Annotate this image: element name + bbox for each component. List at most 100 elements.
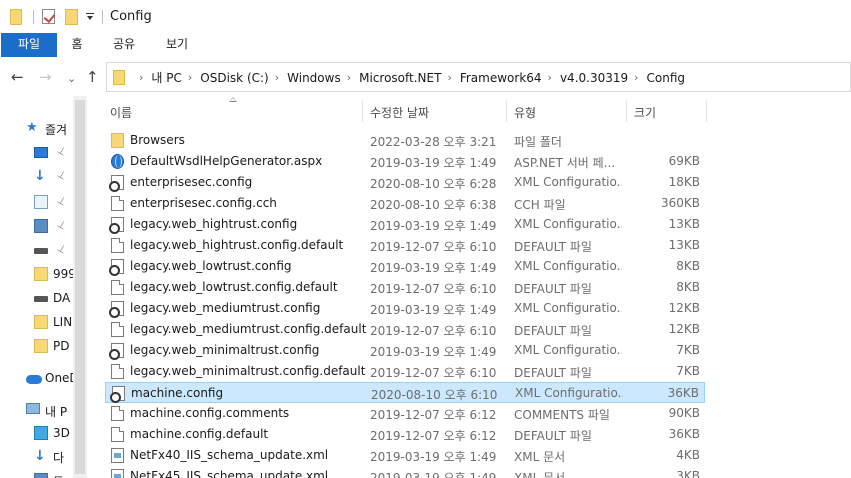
file-row[interactable]: machine.config.comments 2019-12-07 오후 6:1… [105,403,705,424]
breadcrumb-separator-icon[interactable]: › [347,71,351,84]
file-row[interactable]: legacy.web_lowtrust.config.default 2019-1… [105,277,705,298]
file-row[interactable]: legacy.web_hightrust.config.default 2019-… [105,235,705,256]
file-icon [111,280,124,295]
nav-pane-item-label: DA [53,291,71,305]
file-name: legacy.web_hightrust.config.default [130,238,344,252]
forward-arrow-icon[interactable]: → [39,69,52,85]
breadcrumb-item[interactable]: 내 PC [151,69,181,86]
breadcrumb-item[interactable]: OSDisk (C:) [200,71,268,85]
navigation-pane: ★즐겨⊥↓⊥⊥⊥⊥999DALINPDOneD내 P3D↓다동 [0,96,100,478]
column-divider[interactable] [626,100,627,122]
column-header-size[interactable]: 크기 [634,104,656,121]
file-date-modified: 2020-08-10 오후 6:38 [370,198,497,212]
column-divider[interactable] [706,100,707,122]
downloads-icon: ↓ [34,448,46,464]
documents-icon [34,195,48,209]
toolbar-separator [102,10,103,24]
file-date-modified: 2019-12-07 오후 6:12 [370,408,497,422]
xml-file-icon [111,469,124,478]
file-row[interactable]: legacy.web_hightrust.config 2019-03-19 오후… [105,214,705,235]
3d-objects-icon [34,426,48,440]
column-header-row: 이름 수정한 날짜 유형 크기 [100,96,851,126]
nav-pane-item-label: PD [53,339,70,353]
config-file-icon [110,386,125,403]
breadcrumb-item[interactable]: Windows [287,71,341,85]
file-size: 13KB [668,238,700,252]
file-size: 36KB [668,427,700,441]
tab-share[interactable]: 공유 [106,33,142,57]
nav-pane-item-label: 동 [53,473,64,478]
file-size: 7KB [676,343,700,357]
scrollbar-thumb[interactable] [75,100,85,474]
file-row[interactable]: Browsers 2022-03-28 오후 3:21 파일 폴더 [105,130,705,151]
breadcrumb-separator-icon[interactable]: › [275,71,279,84]
file-row[interactable]: legacy.web_minimaltrust.config.default 20… [105,361,705,382]
file-row[interactable]: NetFx40_IIS_schema_update.xml 2019-03-19 … [105,445,705,466]
column-header-name[interactable]: 이름 [110,104,132,121]
file-date-modified: 2022-03-28 오후 3:21 [370,135,497,149]
breadcrumb-separator-icon[interactable]: › [188,71,192,84]
file-row[interactable]: legacy.web_mediumtrust.config.default 201… [105,319,705,340]
file-name: Browsers [130,133,185,147]
breadcrumb-separator-icon[interactable]: › [548,71,552,84]
file-name: machine.config [131,386,224,400]
pin-icon: ⊥ [54,242,68,257]
file-row[interactable]: machine.config.default 2019-12-07 오후 6:12… [105,424,705,445]
nav-pane-item-label: LIN [53,315,73,329]
drive-icon [34,248,48,254]
title-bar: Config [0,0,851,33]
up-arrow-icon[interactable]: ↑ [86,69,99,85]
breadcrumb-item[interactable]: Config [647,71,686,85]
new-folder-icon[interactable] [65,9,78,25]
file-name: legacy.web_hightrust.config [130,217,298,231]
file-row[interactable]: NetFx45_IIS_schema_update.xml 2019-03-19 … [105,466,705,478]
file-date-modified: 2019-12-07 오후 6:10 [370,240,497,254]
file-row[interactable]: enterprisesec.config.cch 2020-08-10 오후 6:… [105,193,705,214]
column-divider[interactable] [506,100,507,122]
tab-view[interactable]: 보기 [160,33,194,57]
file-date-modified: 2019-03-19 오후 1:49 [370,450,497,464]
customize-quick-access-icon[interactable] [86,13,94,21]
file-row[interactable]: legacy.web_lowtrust.config 2019-03-19 오후 … [105,256,705,277]
file-row[interactable]: enterprisesec.config 2020-08-10 오후 6:28 XM… [105,172,705,193]
file-row[interactable]: legacy.web_mediumtrust.config 2019-03-19 … [105,298,705,319]
breadcrumb-item[interactable]: Microsoft.NET [359,71,441,85]
ribbon-tabs: 파일 홈 공유 보기 [0,33,851,57]
file-name: legacy.web_mediumtrust.config.default [130,322,367,336]
config-file-icon [109,175,124,192]
properties-icon[interactable] [42,9,55,24]
file-type: DEFAULT 파일 [514,324,592,338]
recent-locations-chevron-icon[interactable]: ⌄ [67,71,76,87]
toolbar-separator [33,10,34,24]
file-size: 4KB [676,448,700,462]
file-type: XML Configuratio... [514,175,622,189]
config-file-icon [109,343,124,360]
sort-ascending-icon [229,97,237,102]
file-type: XML Configuratio... [514,343,622,357]
file-date-modified: 2019-03-19 오후 1:49 [370,219,497,233]
file-size: 90KB [668,406,700,420]
file-row[interactable]: DefaultWsdlHelpGenerator.aspx 2019-03-19 … [105,151,705,172]
column-header-date[interactable]: 수정한 날짜 [370,104,429,121]
address-bar[interactable]: › 내 PC › OSDisk (C:) › Windows › Microsoft.NET ›… [106,62,851,92]
file-date-modified: 2019-03-19 오후 1:49 [370,261,497,275]
breadcrumb-separator-icon[interactable]: › [139,71,143,84]
back-arrow-icon[interactable]: ← [11,69,24,85]
file-size: 13KB [668,217,700,231]
file-row[interactable]: legacy.web_minimaltrust.config 2019-03-19… [105,340,705,361]
breadcrumb-separator-icon[interactable]: › [447,71,451,84]
file-type: XML Configuratio... [514,301,622,315]
file-name: legacy.web_mediumtrust.config [130,301,321,315]
file-name: machine.config.comments [130,406,290,420]
tab-file[interactable]: 파일 [1,33,57,57]
file-date-modified: 2019-12-07 오후 6:10 [370,324,497,338]
breadcrumb-item[interactable]: v4.0.30319 [560,71,628,85]
file-type: XML Configuratio... [514,259,622,273]
breadcrumb-item[interactable]: Framework64 [460,71,542,85]
column-header-type[interactable]: 유형 [514,104,536,121]
breadcrumb-separator-icon[interactable]: › [634,71,638,84]
file-row[interactable]: machine.config 2020-08-10 오후 6:10 XML Conf… [105,382,705,403]
nav-pane-item-label: 내 P [45,405,68,419]
column-divider[interactable] [362,100,363,122]
tab-home[interactable]: 홈 [62,33,92,57]
